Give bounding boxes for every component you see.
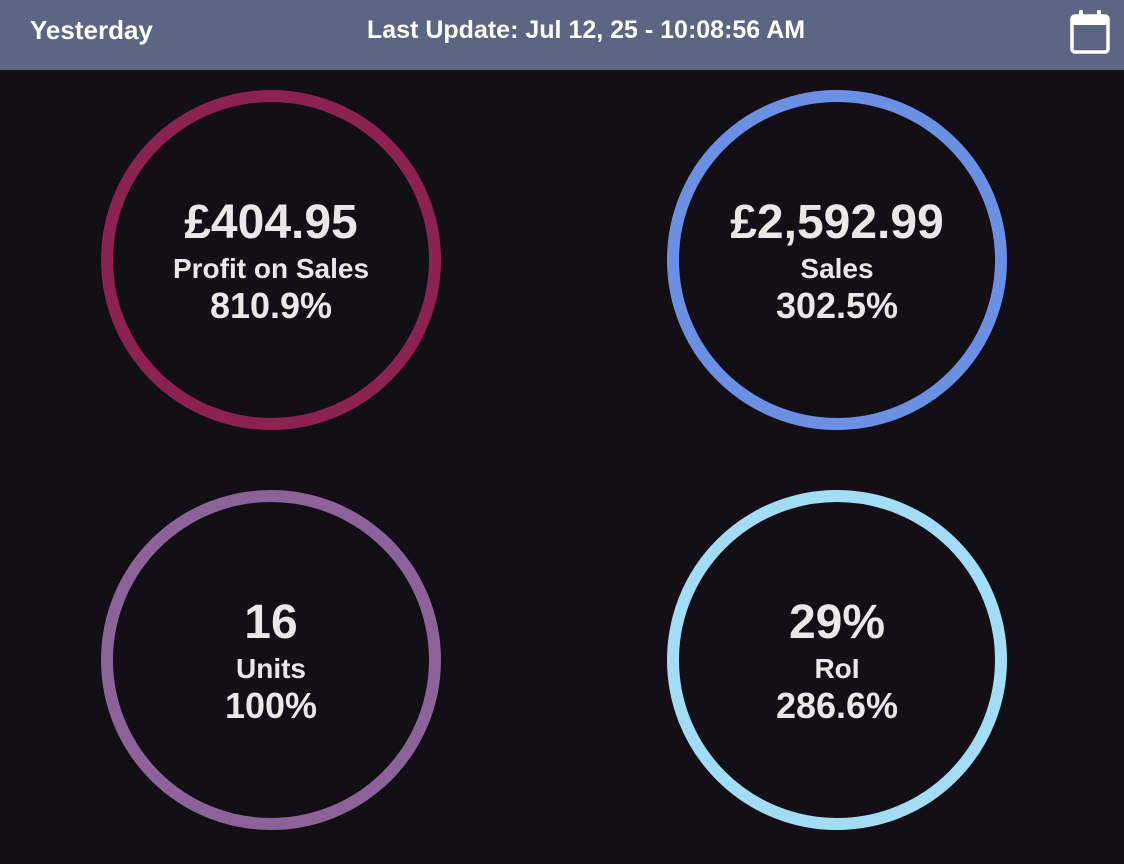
metric-value: £404.95 <box>184 196 358 249</box>
top-bar: Yesterday Last Update: Jul 12, 25 - 10:0… <box>0 0 1124 70</box>
metric-change: 302.5% <box>775 285 899 326</box>
calendar-icon <box>1068 9 1112 55</box>
metric-units: 16 Units 100% <box>101 490 441 830</box>
metric-profit-on-sales: £404.95 Profit on Sales 810.9% <box>101 90 441 430</box>
last-update-text: Last Update: Jul 12, 25 - 10:08:56 AM <box>367 16 806 44</box>
calendar-button[interactable] <box>1068 9 1112 55</box>
metric-label: Units <box>236 653 306 684</box>
metric-change: 286.6% <box>775 685 899 726</box>
metric-value: 29% <box>788 596 886 649</box>
metric-roi: 29% RoI 286.6% <box>667 490 1007 830</box>
metric-change: 810.9% <box>209 285 333 326</box>
metric-label: Sales <box>800 253 874 284</box>
metric-sales: £2,592.99 Sales 302.5% <box>667 90 1007 430</box>
period-selector[interactable]: Yesterday <box>30 15 153 45</box>
metric-change: 100% <box>224 685 318 726</box>
metric-label: Profit on Sales <box>172 253 370 284</box>
metric-value: £2,592.99 <box>730 196 944 249</box>
metric-value: 16 <box>244 596 298 649</box>
metric-label: RoI <box>814 653 860 684</box>
